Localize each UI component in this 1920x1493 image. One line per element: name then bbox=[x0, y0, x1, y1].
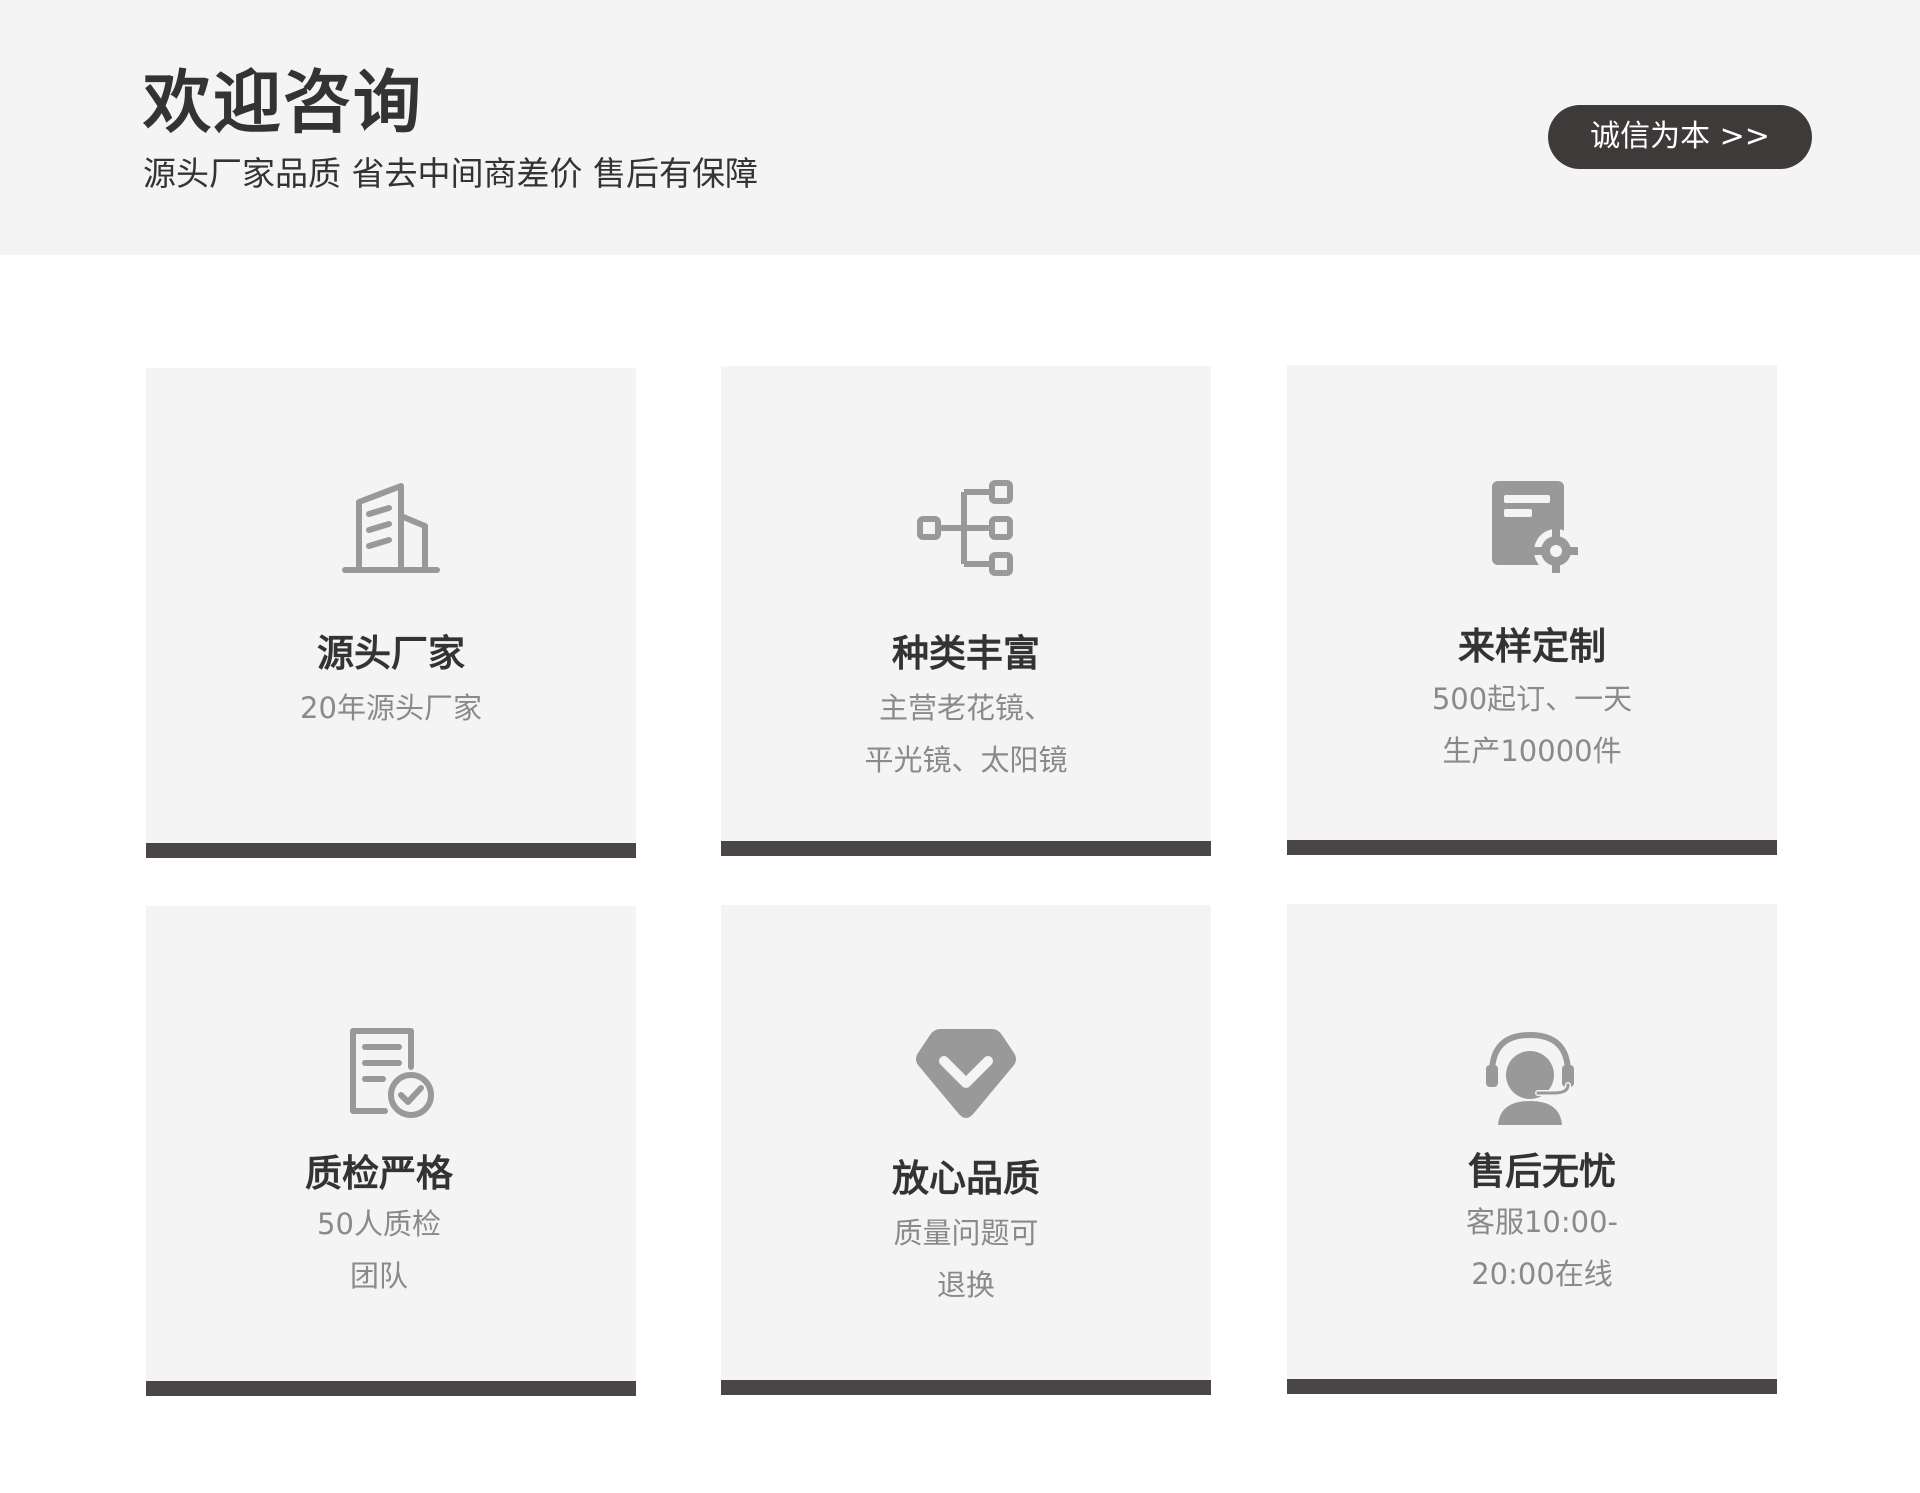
feature-card-custom: 来样定制 500起订、一天 生产10000件 bbox=[1287, 365, 1777, 855]
card-title: 放心品质 bbox=[892, 1157, 1040, 1200]
card-description: 主营老花镜、 平光镜、太阳镜 bbox=[721, 682, 1211, 786]
page-title: 欢迎咨询 bbox=[143, 64, 424, 143]
feature-card-quality: 放心品质 质量问题可 退换 bbox=[721, 905, 1211, 1395]
shield-check-icon bbox=[916, 1027, 1016, 1127]
hierarchy-icon bbox=[916, 478, 1016, 578]
card-title: 种类丰富 bbox=[892, 632, 1040, 675]
card-title: 来样定制 bbox=[1458, 625, 1606, 668]
custom-document-icon bbox=[1482, 477, 1582, 577]
card-desc-line: 团队 bbox=[349, 1259, 408, 1293]
card-bottom-bar bbox=[721, 1380, 1211, 1395]
card-description: 500起订、一天 生产10000件 bbox=[1287, 673, 1777, 777]
checked-document-icon bbox=[341, 1021, 441, 1121]
card-bottom-bar bbox=[146, 1381, 636, 1396]
card-desc-line: 500起订、一天 bbox=[1431, 682, 1633, 716]
card-desc-line: 平光镜、太阳镜 bbox=[864, 743, 1068, 777]
card-bottom-bar bbox=[1287, 1379, 1777, 1394]
page-subtitle: 源头厂家品质 省去中间商差价 售后有保障 bbox=[143, 154, 758, 193]
card-description: 客服10:00- 20:00在线 bbox=[1297, 1196, 1787, 1300]
customer-service-icon bbox=[1482, 1029, 1582, 1129]
feature-card-inspection: 质检严格 50人质检 团队 bbox=[146, 906, 636, 1396]
card-desc-line: 50人质检 bbox=[317, 1207, 441, 1241]
feature-card-aftersales: 售后无忧 客服10:00- 20:00在线 bbox=[1287, 904, 1777, 1394]
card-description: 50人质检 团队 bbox=[134, 1198, 624, 1302]
card-desc-line: 质量问题可 bbox=[893, 1216, 1039, 1250]
feature-card-factory: 源头厂家 20年源头厂家 bbox=[146, 368, 636, 858]
card-title: 源头厂家 bbox=[317, 632, 465, 675]
feature-card-variety: 种类丰富 主营老花镜、 平光镜、太阳镜 bbox=[721, 366, 1211, 856]
header-banner: 欢迎咨询 源头厂家品质 省去中间商差价 售后有保障 诚信为本 >> bbox=[0, 0, 1920, 255]
card-desc-line: 退换 bbox=[936, 1268, 995, 1302]
card-description: 20年源头厂家 bbox=[146, 682, 636, 734]
card-desc-line: 主营老花镜、 bbox=[878, 691, 1053, 725]
building-icon bbox=[341, 478, 441, 578]
card-desc-line: 20年源头厂家 bbox=[300, 691, 482, 725]
card-desc-line: 客服10:00- bbox=[1465, 1205, 1619, 1239]
card-bottom-bar bbox=[1287, 840, 1777, 855]
card-description: 质量问题可 退换 bbox=[721, 1207, 1211, 1311]
card-title: 售后无忧 bbox=[1468, 1150, 1616, 1193]
card-bottom-bar bbox=[721, 841, 1211, 856]
card-desc-line: 20:00在线 bbox=[1471, 1257, 1613, 1291]
card-desc-line: 生产10000件 bbox=[1442, 734, 1622, 768]
card-bottom-bar bbox=[146, 843, 636, 858]
integrity-cta-button[interactable]: 诚信为本 >> bbox=[1548, 105, 1812, 169]
card-title: 质检严格 bbox=[305, 1152, 453, 1195]
